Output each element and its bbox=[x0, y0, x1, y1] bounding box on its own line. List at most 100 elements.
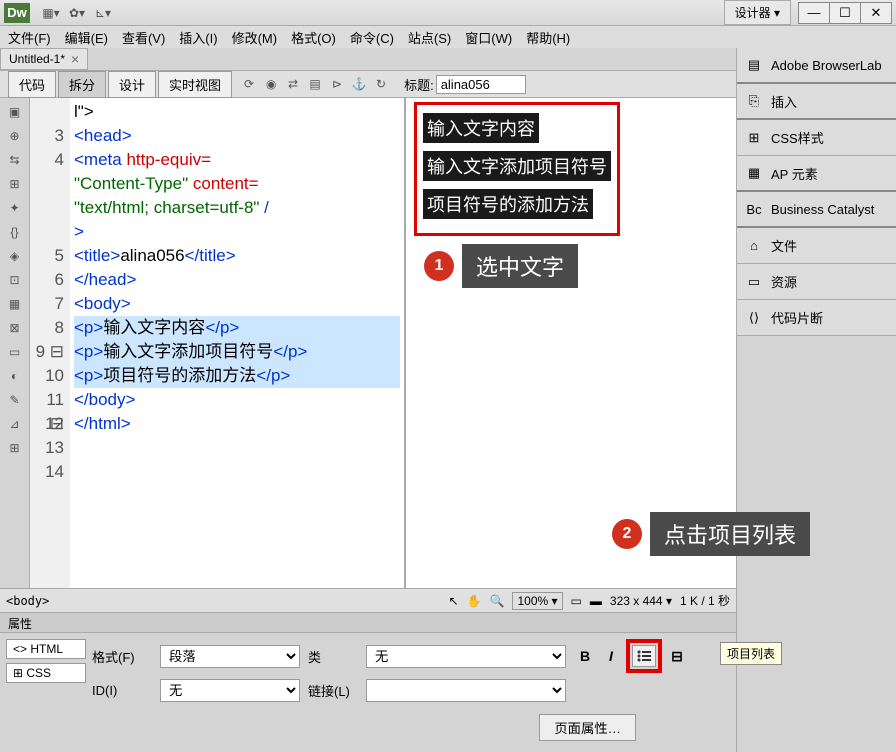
panel-item[interactable]: ⟨⟩ 代码片断 bbox=[737, 300, 896, 336]
check-icon[interactable]: ⊳ bbox=[328, 75, 346, 93]
zoom-icon[interactable]: 🔍 bbox=[490, 594, 505, 608]
bold-button[interactable]: B bbox=[574, 646, 596, 666]
panel-icon: ⟨⟩ bbox=[745, 310, 763, 326]
minimize-button[interactable]: — bbox=[798, 2, 830, 24]
tool-icon[interactable]: ⊕ bbox=[5, 126, 25, 146]
panel-label: Business Catalyst bbox=[771, 202, 874, 217]
tool-icon[interactable]: ⊞ bbox=[5, 438, 25, 458]
panel-title[interactable]: 属性 bbox=[0, 613, 736, 633]
hand-icon[interactable]: ✋ bbox=[467, 594, 482, 608]
pointer-icon[interactable]: ↖ bbox=[449, 594, 459, 608]
live-view-button[interactable]: 实时视图 bbox=[158, 71, 232, 98]
close-button[interactable]: ✕ bbox=[860, 2, 892, 24]
panel-icon: ⊞ bbox=[745, 130, 763, 146]
view-toolbar: 代码 拆分 设计 实时视图 ⟳ ◉ ⇄ ▤ ⊳ ⚓ ↻ 标题: bbox=[0, 70, 736, 98]
screen-icon[interactable]: ▬ bbox=[590, 594, 602, 608]
device-icon[interactable]: ▭ bbox=[571, 594, 582, 608]
properties-panel: 属性 <> HTML ⊞ CSS 格式(F) 段落 类 无 B I bbox=[0, 612, 736, 752]
tool-icon[interactable]: ⊡ bbox=[5, 270, 25, 290]
panel-label: CSS样式 bbox=[771, 128, 824, 147]
panel-icon: ▭ bbox=[745, 274, 763, 290]
panel-item[interactable]: ⊞ CSS样式 bbox=[737, 120, 896, 156]
panel-icon: ⌂ bbox=[745, 238, 763, 254]
tool-icon[interactable]: ⊞ bbox=[5, 174, 25, 194]
tool-icon[interactable]: ▣ bbox=[5, 102, 25, 122]
class-select[interactable]: 无 bbox=[366, 645, 566, 668]
workspace-button[interactable]: 设计器 ▾ bbox=[724, 0, 791, 25]
panel-icon: ▦ bbox=[745, 165, 763, 181]
title-input[interactable] bbox=[436, 75, 526, 94]
tool-icon[interactable]: ◐ bbox=[5, 366, 25, 386]
tool-icon[interactable]: ⊠ bbox=[5, 318, 25, 338]
tool-icon[interactable]: ▭ bbox=[5, 342, 25, 362]
ordered-list-button[interactable]: ⊟ bbox=[666, 646, 688, 666]
panel-item[interactable]: ▤Adobe BrowserLab bbox=[737, 48, 896, 84]
panel-item[interactable]: ⌂ 文件 bbox=[737, 228, 896, 264]
tool-icon[interactable]: ✦ bbox=[5, 198, 25, 218]
menu-item[interactable]: 格式(O) bbox=[291, 28, 336, 47]
menu-item[interactable]: 站点(S) bbox=[408, 28, 451, 47]
menu-item[interactable]: 命令(C) bbox=[350, 28, 394, 47]
book-icon[interactable]: ▤ bbox=[306, 75, 324, 93]
italic-button[interactable]: I bbox=[600, 646, 622, 666]
tool-icon[interactable]: ⊿ bbox=[5, 414, 25, 434]
panel-label: 文件 bbox=[771, 236, 797, 255]
settings-icon[interactable]: ✿▾ bbox=[68, 4, 86, 22]
id-select[interactable]: 无 bbox=[160, 679, 300, 702]
menu-item[interactable]: 帮助(H) bbox=[526, 28, 570, 47]
split-view-button[interactable]: 拆分 bbox=[58, 71, 106, 98]
tab-title: Untitled-1* bbox=[9, 52, 65, 66]
sync-icon[interactable]: ↻ bbox=[372, 75, 390, 93]
globe-icon[interactable]: ◉ bbox=[262, 75, 280, 93]
tooltip: 项目列表 bbox=[720, 642, 782, 665]
share-icon[interactable]: ⊾▾ bbox=[94, 4, 112, 22]
panel-item[interactable]: BcBusiness Catalyst bbox=[737, 192, 896, 228]
panel-icon: ▤ bbox=[745, 57, 763, 73]
tool-icon[interactable]: ◈ bbox=[5, 246, 25, 266]
html-mode-button[interactable]: <> HTML bbox=[6, 639, 86, 659]
menu-item[interactable]: 编辑(E) bbox=[65, 28, 108, 47]
app-logo: Dw bbox=[4, 3, 30, 23]
selected-paragraph[interactable]: 输入文字内容 bbox=[423, 113, 539, 143]
menu-item[interactable]: 插入(I) bbox=[179, 28, 217, 47]
zoom-select[interactable]: 100% ▾ bbox=[512, 592, 562, 610]
document-tabs: Untitled-1* × bbox=[0, 48, 736, 70]
selection-highlight: 输入文字内容输入文字添加项目符号项目符号的添加方法 bbox=[414, 102, 620, 236]
tool-icon[interactable]: ⇆ bbox=[5, 150, 25, 170]
menu-item[interactable]: 修改(M) bbox=[232, 28, 278, 47]
panel-label: 插入 bbox=[771, 92, 797, 111]
layout-icon[interactable]: ▦▾ bbox=[42, 4, 60, 22]
tab-close-icon[interactable]: × bbox=[71, 51, 79, 67]
code-pane[interactable]: 3456789 ⊟1011 ⊟121314 l"><head><meta htt… bbox=[30, 98, 406, 588]
maximize-button[interactable]: ☐ bbox=[829, 2, 861, 24]
menu-item[interactable]: 窗口(W) bbox=[465, 28, 512, 47]
document-tab[interactable]: Untitled-1* × bbox=[0, 48, 88, 70]
panel-label: 代码片断 bbox=[771, 308, 823, 327]
selected-paragraph[interactable]: 输入文字添加项目符号 bbox=[423, 151, 611, 181]
list-button-highlight bbox=[626, 639, 662, 673]
refresh-icon[interactable]: ⟳ bbox=[240, 75, 258, 93]
code-toolbar: ▣ ⊕ ⇆ ⊞ ✦ {} ◈ ⊡ ▦ ⊠ ▭ ◐ ✎ ⊿ ⊞ bbox=[0, 98, 30, 588]
design-view-button[interactable]: 设计 bbox=[108, 71, 156, 98]
menu-item[interactable]: 文件(F) bbox=[8, 28, 51, 47]
css-mode-button[interactable]: ⊞ CSS bbox=[6, 663, 86, 683]
format-select[interactable]: 段落 bbox=[160, 645, 300, 668]
panel-item[interactable]: ⎘插入 bbox=[737, 84, 896, 120]
selected-paragraph[interactable]: 项目符号的添加方法 bbox=[423, 189, 593, 219]
link-select[interactable] bbox=[366, 679, 566, 702]
anchor-icon[interactable]: ⚓ bbox=[350, 75, 368, 93]
tool-icon[interactable]: ✎ bbox=[5, 390, 25, 410]
unordered-list-button[interactable] bbox=[632, 645, 656, 667]
code-view-button[interactable]: 代码 bbox=[8, 71, 56, 98]
format-label: 格式(F) bbox=[92, 647, 152, 666]
menu-item[interactable]: 查看(V) bbox=[122, 28, 165, 47]
tool-icon[interactable]: {} bbox=[5, 222, 25, 242]
page-properties-button[interactable]: 页面属性… bbox=[539, 714, 636, 741]
nav-icon[interactable]: ⇄ bbox=[284, 75, 302, 93]
panel-item[interactable]: ▭资源 bbox=[737, 264, 896, 300]
panel-item[interactable]: ▦AP 元素 bbox=[737, 156, 896, 192]
tool-icon[interactable]: ▦ bbox=[5, 294, 25, 314]
callout-number: 1 bbox=[424, 251, 454, 281]
tag-selector[interactable]: <body> bbox=[6, 594, 49, 608]
list-icon bbox=[636, 649, 652, 663]
